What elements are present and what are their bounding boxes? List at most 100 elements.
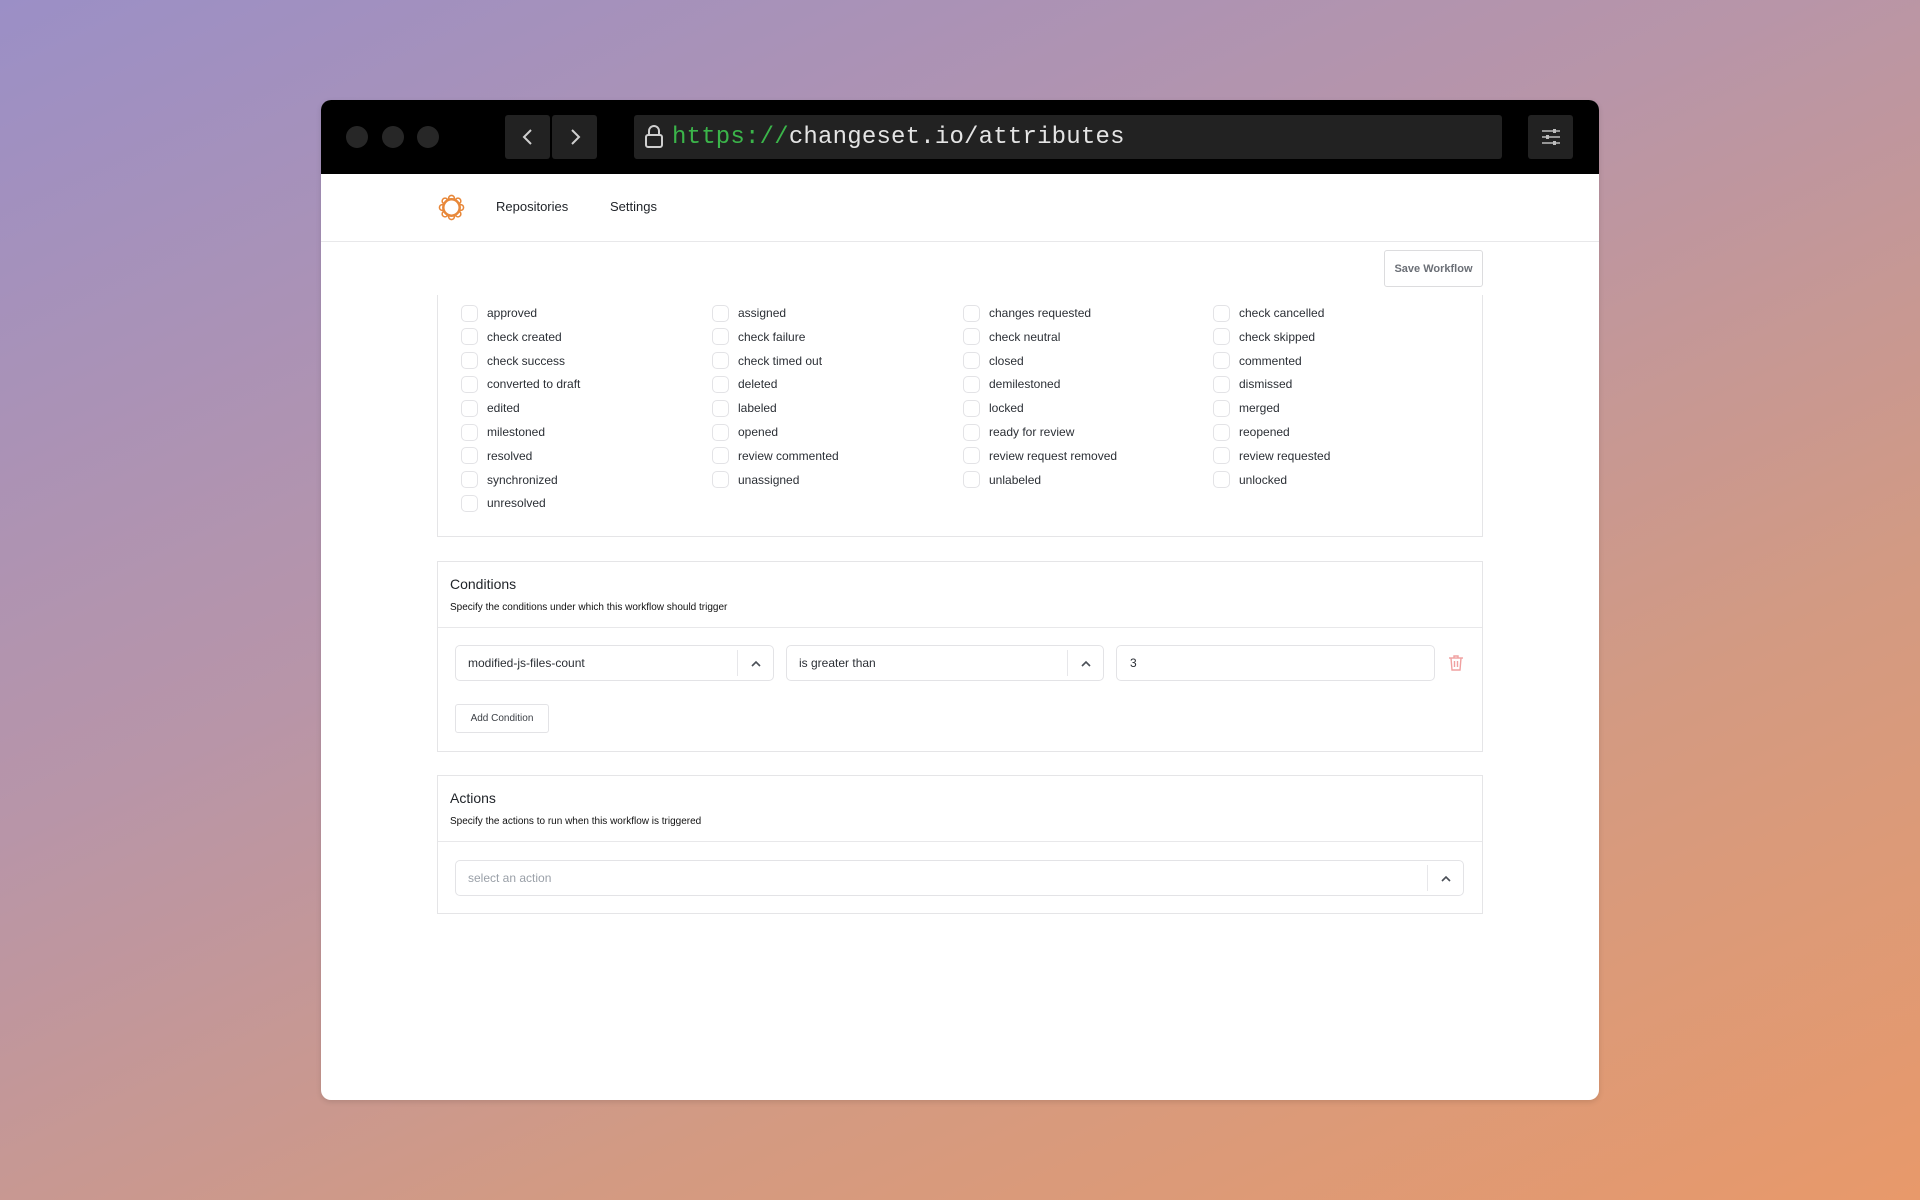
event-checkbox[interactable] (461, 447, 478, 465)
event-checkbox-item[interactable]: unlocked (1213, 470, 1287, 490)
sliders-icon (1541, 129, 1560, 145)
event-checkbox[interactable] (963, 375, 980, 393)
event-checkbox-item[interactable]: reopened (1213, 422, 1290, 442)
changeset-logo-icon[interactable] (438, 194, 465, 221)
condition-operator-select[interactable]: is greater than (786, 645, 1104, 681)
event-checkbox[interactable] (712, 423, 729, 441)
event-checkbox[interactable] (963, 399, 980, 417)
condition-attribute-select[interactable]: modified-js-files-count (455, 645, 774, 681)
event-checkbox[interactable] (1213, 447, 1230, 465)
event-checkbox-item[interactable]: deleted (712, 374, 777, 394)
event-checkbox-label: check created (487, 329, 562, 344)
address-bar[interactable]: https://changeset.io/attributes (634, 115, 1502, 159)
event-checkbox-item[interactable]: merged (1213, 398, 1280, 418)
url-text: https://changeset.io/attributes (672, 124, 1125, 151)
event-checkbox[interactable] (712, 304, 729, 322)
event-checkbox[interactable] (963, 352, 980, 370)
trash-icon[interactable] (1448, 654, 1464, 672)
add-condition-button[interactable]: Add Condition (455, 704, 549, 733)
condition-value-input[interactable]: 3 (1116, 645, 1435, 681)
window-maximize-button[interactable] (417, 126, 439, 148)
event-checkbox[interactable] (712, 447, 729, 465)
event-checkbox-label: check cancelled (1239, 306, 1325, 320)
event-checkbox-item[interactable]: unresolved (461, 493, 546, 513)
event-checkbox[interactable] (1213, 304, 1230, 322)
event-checkbox[interactable] (461, 494, 478, 512)
browser-back-button[interactable] (505, 115, 550, 159)
action-select-placeholder: select an action (468, 871, 552, 885)
event-checkbox[interactable] (712, 399, 729, 417)
event-checkbox-item[interactable]: check skipped (1213, 327, 1315, 347)
event-checkbox-item[interactable]: assigned (712, 303, 786, 323)
event-checkbox-item[interactable]: review request removed (963, 446, 1117, 466)
chevron-up-icon[interactable] (738, 660, 773, 667)
event-checkbox-item[interactable]: unassigned (712, 470, 799, 490)
event-checkbox[interactable] (461, 304, 478, 322)
event-checkbox[interactable] (712, 471, 729, 489)
event-checkbox[interactable] (461, 423, 478, 441)
nav-repositories[interactable]: Repositories (496, 199, 568, 214)
save-workflow-button[interactable]: Save Workflow (1384, 250, 1483, 287)
browser-settings-button[interactable] (1528, 115, 1573, 159)
event-checkbox-item[interactable]: locked (963, 398, 1024, 418)
event-checkbox-item[interactable]: opened (712, 422, 778, 442)
event-checkbox-item[interactable]: labeled (712, 398, 777, 418)
event-checkbox-item[interactable]: closed (963, 351, 1024, 371)
event-checkbox[interactable] (712, 352, 729, 370)
event-checkbox[interactable] (963, 447, 980, 465)
event-checkbox-label: unlabeled (989, 472, 1042, 487)
event-checkbox[interactable] (461, 471, 478, 489)
event-checkbox-item[interactable]: demilestoned (963, 374, 1060, 394)
event-checkbox-item[interactable]: approved (461, 303, 537, 323)
event-checkbox-item[interactable]: check failure (712, 327, 805, 347)
window-close-button[interactable] (346, 126, 368, 148)
event-checkbox[interactable] (963, 471, 980, 489)
event-checkbox-label: unassigned (738, 472, 800, 487)
url-path: changeset.io/attributes (788, 123, 1125, 151)
event-checkbox[interactable] (1213, 328, 1230, 346)
event-checkbox-item[interactable]: resolved (461, 446, 532, 466)
event-checkbox[interactable] (461, 328, 478, 346)
event-checkbox[interactable] (963, 328, 980, 346)
event-checkbox-item[interactable]: dismissed (1213, 374, 1292, 394)
event-checkbox-item[interactable]: unlabeled (963, 470, 1041, 490)
event-checkbox-item[interactable]: converted to draft (461, 374, 580, 394)
event-checkbox[interactable] (1213, 471, 1230, 489)
event-checkbox-label: dismissed (1239, 377, 1293, 392)
event-checkbox[interactable] (461, 375, 478, 393)
event-checkbox[interactable] (963, 304, 980, 322)
chevron-up-icon[interactable] (1068, 660, 1103, 667)
event-checkbox-item[interactable]: synchronized (461, 470, 558, 490)
event-checkbox-label: deleted (738, 377, 778, 392)
event-checkbox-item[interactable]: review commented (712, 446, 839, 466)
window-minimize-button[interactable] (382, 126, 404, 148)
event-checkbox-item[interactable]: check cancelled (1213, 303, 1324, 323)
browser-titlebar: https://changeset.io/attributes (321, 100, 1599, 174)
event-checkbox[interactable] (712, 375, 729, 393)
event-checkbox[interactable] (461, 352, 478, 370)
event-checkbox-item[interactable]: check neutral (963, 327, 1060, 347)
event-checkbox-item[interactable]: check created (461, 327, 562, 347)
event-checkbox[interactable] (1213, 352, 1230, 370)
actions-subtitle: Specify the actions to run when this wor… (450, 816, 702, 827)
event-checkbox-label: check skipped (1239, 329, 1316, 344)
event-checkbox-item[interactable]: review requested (1213, 446, 1330, 466)
event-checkbox[interactable] (461, 399, 478, 417)
event-checkbox[interactable] (963, 423, 980, 441)
action-select[interactable]: select an action (455, 860, 1464, 896)
event-checkbox-item[interactable]: check success (461, 351, 565, 371)
event-checkbox-item[interactable]: ready for review (963, 422, 1074, 442)
event-checkbox[interactable] (1213, 375, 1230, 393)
event-checkbox-item[interactable]: edited (461, 398, 520, 418)
event-checkbox-item[interactable]: changes requested (963, 303, 1091, 323)
event-checkbox-item[interactable]: check timed out (712, 351, 822, 371)
event-checkbox[interactable] (1213, 423, 1230, 441)
event-checkbox-item[interactable]: milestoned (461, 422, 545, 442)
browser-forward-button[interactable] (552, 115, 597, 159)
chevron-up-icon[interactable] (1428, 875, 1463, 882)
event-checkbox-item[interactable]: commented (1213, 351, 1302, 371)
nav-settings[interactable]: Settings (610, 199, 657, 214)
event-checkbox[interactable] (1213, 399, 1230, 417)
event-checkbox-label: assigned (738, 306, 787, 320)
event-checkbox[interactable] (712, 328, 729, 346)
